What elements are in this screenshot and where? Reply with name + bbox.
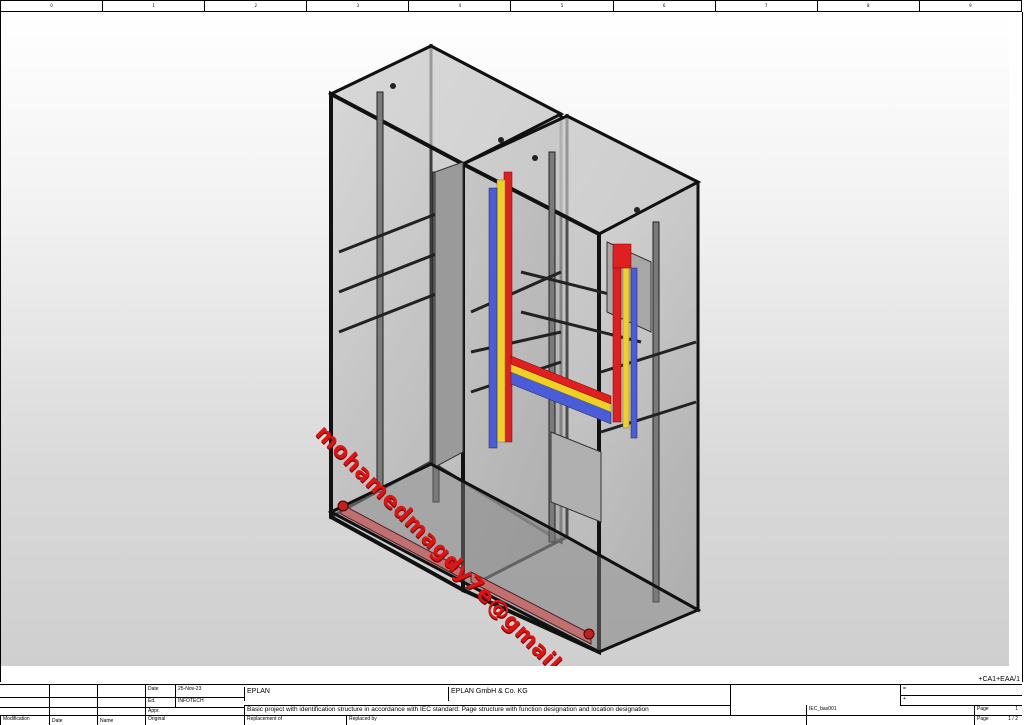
location-code: +CA1+EAA/1 <box>978 676 1020 683</box>
ruler-cell: 7 <box>716 1 818 11</box>
ruler-cell: 2 <box>205 1 308 11</box>
cable-gland <box>583 628 595 640</box>
ruler-cell: 5 <box>511 1 614 11</box>
cable-gland <box>337 500 349 512</box>
ruler-cell: 0 <box>1 1 104 11</box>
tb-rev-column: Name <box>97 685 145 725</box>
eyebolt <box>532 155 538 161</box>
title-block: Modification Date Name Date Ed. Appr. Or… <box>0 684 1022 725</box>
tb-name-col: Name <box>100 718 114 724</box>
tb-company: EPLAN <box>244 687 448 701</box>
tb-page-1: Page 1 <box>974 705 1022 715</box>
3d-view-canvas[interactable]: mohamedmagdy7e@gmail.com <box>1 12 1009 666</box>
tb-date-col: Date <box>52 718 63 724</box>
busbar-blue <box>630 267 638 439</box>
tb-page-value: 1 <box>1015 706 1018 712</box>
busbar-red <box>612 251 622 423</box>
drawing-sheet: 0 1 2 3 4 5 6 7 8 9 +CA1+EAA/1 Modificat… <box>0 0 1024 725</box>
busbar-blue <box>488 187 498 449</box>
frame-border-right <box>1022 12 1023 682</box>
tb-plus: + <box>900 695 1022 705</box>
tb-vendor: EPLAN GmbH & Co. KG <box>448 687 730 701</box>
mounting-rail <box>376 91 384 493</box>
column-ruler: 0 1 2 3 4 5 6 7 8 9 <box>0 0 1022 12</box>
enclosure-3d-model <box>327 43 702 656</box>
eyebolt <box>634 207 640 213</box>
tb-description: Basic project with identification struct… <box>244 705 804 715</box>
ruler-cell: 6 <box>614 1 716 11</box>
tb-ed-value: INFOTECH <box>175 697 244 707</box>
tb-ed-label: Ed. <box>145 697 175 707</box>
breaker-red <box>612 243 632 269</box>
eyebolt <box>390 83 396 89</box>
tb-page-value: 1 / 2 <box>1008 716 1018 722</box>
tb-page-label: Page <box>977 716 989 722</box>
ruler-cell: 3 <box>307 1 410 11</box>
tb-page-label: Page <box>977 706 989 712</box>
busbar-yellow <box>496 179 506 443</box>
tb-empty-cell <box>730 685 806 715</box>
busbar-yellow <box>622 259 630 429</box>
tb-date-label: Date <box>145 685 175 697</box>
mounting-plate <box>434 161 464 468</box>
ruler-cell: 1 <box>103 1 206 11</box>
tb-date-value: 25-Nov-23 <box>175 685 244 697</box>
tb-drawing-id: IEC_bas001 <box>806 705 900 725</box>
ruler-cell: 9 <box>969 3 972 8</box>
mounting-rail <box>652 221 660 603</box>
ruler-cell: 4 <box>409 1 512 11</box>
tb-rev-column: Date <box>49 685 97 725</box>
ruler-cell: 8 <box>818 1 920 11</box>
tb-appr-label: Appr. <box>145 707 175 715</box>
eyebolt <box>498 137 504 143</box>
tb-equal: = <box>900 685 1022 695</box>
